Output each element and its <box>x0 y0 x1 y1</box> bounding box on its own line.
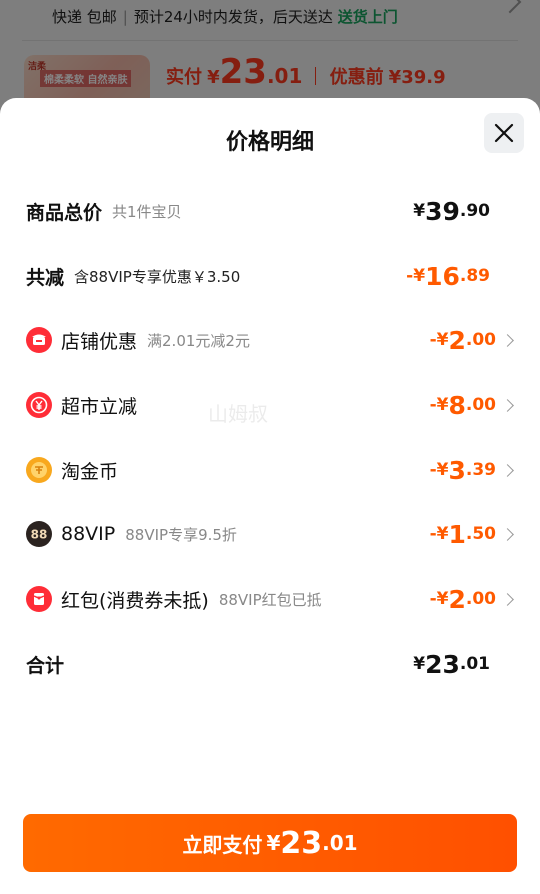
svg-text:88: 88 <box>31 528 48 542</box>
chevron-right-icon <box>501 333 514 347</box>
shop-icon <box>26 327 52 353</box>
row-taojinbi[interactable]: 淘金币 - ¥3.39 <box>26 450 514 490</box>
row-label: 超市立减 <box>61 395 138 418</box>
row-amount-int: 2 <box>448 584 466 614</box>
pay-button-currency: ¥ <box>266 831 281 855</box>
row-total-discount: 共减 含88VIP专享优惠￥3.50 - ¥16.89 <box>26 256 514 296</box>
row-label: 88VIP <box>61 523 116 545</box>
row-currency: ¥ <box>413 201 426 221</box>
row-goods-total: 商品总价 共1件宝贝 ¥39.90 <box>26 191 514 231</box>
chevron-right-icon <box>501 527 514 541</box>
row-currency: ¥ <box>436 460 449 480</box>
row-amount-dec: .89 <box>459 266 490 286</box>
row-amount-int: 8 <box>448 390 466 420</box>
row-currency: ¥ <box>436 589 449 609</box>
row-currency: ¥ <box>413 654 426 674</box>
row-label: 商品总价 <box>26 201 103 224</box>
row-amount-dec: .50 <box>465 524 496 544</box>
row-sign: - <box>429 460 437 480</box>
row-currency: ¥ <box>413 266 426 286</box>
coin-icon <box>26 457 52 483</box>
row-red-packet[interactable]: 红包(消费券未抵) 88VIP红包已抵 - ¥2.00 <box>26 579 514 619</box>
row-shop-discount[interactable]: 店铺优惠 满2.01元减2元 - ¥2.00 <box>26 320 514 360</box>
row-amount-int: 16 <box>425 261 460 291</box>
row-sub: 满2.01元减2元 <box>147 331 250 350</box>
row-amount-int: 3 <box>448 455 466 485</box>
row-label: 共减 <box>26 266 65 289</box>
row-currency: ¥ <box>436 395 449 415</box>
price-detail-sheet: 价格明细 山姆叔 商品总价 共1件宝贝 ¥39.90 共减 含88VIP专享优惠… <box>0 98 540 894</box>
chevron-right-icon <box>501 592 514 606</box>
row-currency: ¥ <box>436 524 449 544</box>
row-amount-dec: .01 <box>459 654 490 674</box>
pay-button-dec: .01 <box>322 831 358 855</box>
chevron-right-icon <box>501 398 514 412</box>
row-sub: 88VIP红包已抵 <box>218 590 322 609</box>
row-amount-dec: .00 <box>465 330 496 350</box>
row-amount-dec: .00 <box>465 395 496 415</box>
row-sign: - <box>429 330 437 350</box>
row-sign: - <box>406 266 414 286</box>
red-packet-icon <box>26 586 52 612</box>
row-supermarket-discount[interactable]: 超市立减 - ¥8.00 <box>26 385 514 425</box>
vip88-icon: 88 <box>26 521 52 547</box>
close-icon <box>494 123 514 143</box>
row-amount-dec: .90 <box>459 201 490 221</box>
row-amount-int: 39 <box>425 196 460 226</box>
chevron-right-icon <box>501 463 514 477</box>
row-sub: 共1件宝贝 <box>112 202 182 221</box>
sheet-title: 价格明细 <box>225 130 314 155</box>
row-amount-dec: .00 <box>465 589 496 609</box>
yen-icon <box>26 392 52 418</box>
row-amount-int: 1 <box>448 519 466 549</box>
row-label: 红包(消费券未抵) <box>61 589 209 612</box>
row-sign: - <box>429 524 437 544</box>
row-amount-dec: .39 <box>465 460 496 480</box>
row-88vip[interactable]: 88 88VIP 88VIP专享9.5折 - ¥1.50 <box>26 514 514 554</box>
row-sub: 88VIP专享9.5折 <box>125 525 237 544</box>
row-label: 店铺优惠 <box>61 330 138 353</box>
row-label: 淘金币 <box>61 460 119 483</box>
row-sub: 含88VIP专享优惠￥3.50 <box>74 267 241 286</box>
row-sign: - <box>429 589 437 609</box>
row-currency: ¥ <box>436 330 449 350</box>
row-grand-total: 合计 ¥23.01 <box>26 644 514 684</box>
row-amount-int: 2 <box>448 325 466 355</box>
pay-button-int: 23 <box>280 825 323 861</box>
row-sign: - <box>429 395 437 415</box>
row-amount-int: 23 <box>425 649 460 679</box>
pay-now-button[interactable]: 立即支付 ¥23.01 <box>23 814 517 872</box>
close-button[interactable] <box>484 113 524 153</box>
pay-button-label: 立即支付 <box>182 832 263 857</box>
row-label: 合计 <box>26 654 65 677</box>
